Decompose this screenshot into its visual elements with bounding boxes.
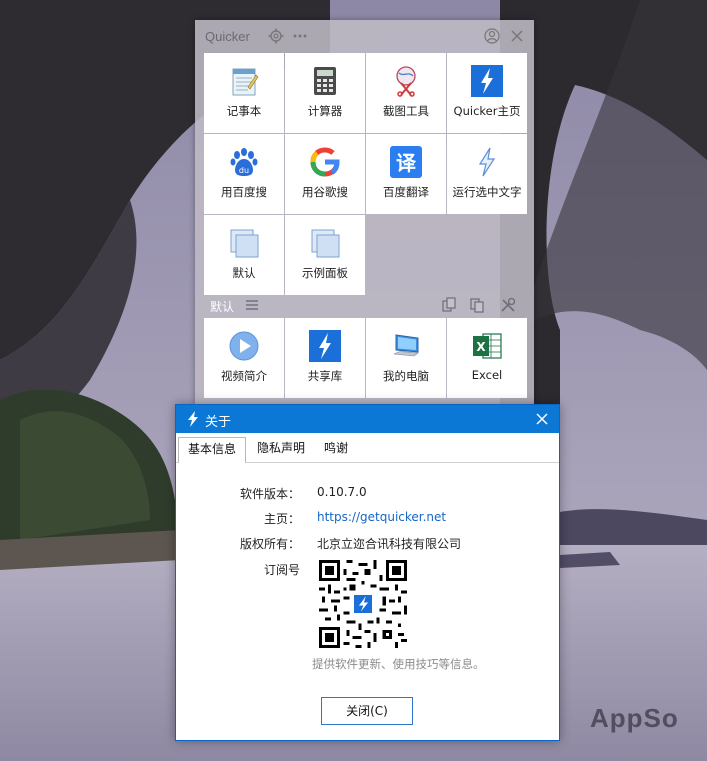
translate-icon: 译 bbox=[390, 146, 422, 178]
tile-excel[interactable]: X Excel bbox=[447, 318, 527, 398]
tile-label: Excel bbox=[471, 368, 503, 382]
close-icon[interactable] bbox=[509, 28, 525, 44]
tile-label: 截图工具 bbox=[383, 104, 429, 118]
about-dialog: 关于 基本信息 隐私声明 鸣谢 软件版本： 0.10.7.0 主页： https… bbox=[175, 404, 560, 741]
tile-label: Quicker主页 bbox=[453, 104, 521, 118]
close-icon[interactable] bbox=[533, 410, 551, 428]
tile-label: 计算器 bbox=[307, 104, 343, 118]
copy-icon[interactable] bbox=[441, 297, 457, 313]
svg-text:du: du bbox=[239, 166, 249, 175]
tile-label: 示例面板 bbox=[302, 266, 348, 280]
tile-baidu-translate[interactable]: 译 百度翻译 bbox=[366, 134, 446, 214]
homepage-label: 主页： bbox=[263, 512, 300, 526]
computer-icon bbox=[393, 334, 419, 357]
tile-label: 用百度搜 bbox=[221, 185, 267, 199]
tile-calculator[interactable]: 计算器 bbox=[285, 53, 365, 133]
dialog-title: 关于 bbox=[205, 415, 232, 430]
subscribe-label: 订阅号 bbox=[263, 563, 300, 577]
play-circle-icon bbox=[229, 331, 259, 361]
menu-lines-icon[interactable] bbox=[244, 297, 260, 313]
dialog-title-bar: 关于 bbox=[176, 405, 559, 433]
tile-google-search[interactable]: 用谷歌搜 bbox=[285, 134, 365, 214]
tile-video-intro[interactable]: 视频简介 bbox=[204, 318, 284, 398]
calculator-icon bbox=[314, 67, 336, 95]
snipping-tool-icon bbox=[396, 66, 416, 97]
tile-label: 记事本 bbox=[226, 104, 262, 118]
tile-sample-panel[interactable]: 示例面板 bbox=[285, 215, 365, 295]
quicker-lightning-icon bbox=[309, 330, 341, 362]
panel-squares-icon bbox=[311, 229, 340, 258]
tab-credits[interactable]: 鸣谢 bbox=[316, 435, 356, 461]
quicker-lightning-icon bbox=[471, 65, 503, 97]
version-value: 0.10.7.0 bbox=[317, 485, 367, 499]
user-account-icon[interactable] bbox=[484, 28, 500, 44]
tile-shared-library[interactable]: 共享库 bbox=[285, 318, 365, 398]
tile-run-selected-text[interactable]: 运行选中文字 bbox=[447, 134, 527, 214]
quicker-title-bar: Quicker bbox=[195, 20, 534, 53]
tile-my-computer[interactable]: 我的电脑 bbox=[366, 318, 446, 398]
tools-icon[interactable] bbox=[500, 297, 516, 313]
panel-squares-icon bbox=[230, 229, 259, 258]
more-dots-icon[interactable] bbox=[292, 28, 308, 44]
paste-icon[interactable] bbox=[469, 297, 485, 313]
copyright-value: 北京立迩合讯科技有限公司 bbox=[317, 537, 462, 551]
action-grid-top: 记事本 计算器 截图工具 Quicker主页 du 用百度搜 用谷歌搜 译 百度… bbox=[204, 53, 527, 295]
homepage-link[interactable]: https://getquicker.net bbox=[317, 510, 446, 524]
lightning-outline-icon bbox=[478, 147, 496, 177]
section-label: 默认 bbox=[210, 300, 235, 314]
close-button[interactable]: 关闭(C) bbox=[321, 697, 413, 725]
action-grid-bottom: 视频简介 共享库 我的电脑 X Excel bbox=[204, 318, 527, 398]
svg-text:X: X bbox=[476, 340, 486, 354]
tile-notepad[interactable]: 记事本 bbox=[204, 53, 284, 133]
tab-privacy[interactable]: 隐私声明 bbox=[250, 435, 312, 461]
quicker-lightning-icon bbox=[188, 411, 198, 427]
tile-label: 默认 bbox=[232, 266, 256, 280]
tile-label: 共享库 bbox=[307, 369, 343, 383]
dialog-tabs: 基本信息 隐私声明 鸣谢 bbox=[176, 435, 559, 464]
tile-baidu-search[interactable]: du 用百度搜 bbox=[204, 134, 284, 214]
quicker-app-name: Quicker bbox=[205, 29, 250, 44]
google-g-icon bbox=[310, 147, 340, 177]
tile-label: 用谷歌搜 bbox=[302, 185, 348, 199]
tile-snipping-tool[interactable]: 截图工具 bbox=[366, 53, 446, 133]
appso-watermark: AppSo bbox=[590, 703, 679, 733]
version-label: 软件版本： bbox=[239, 487, 300, 501]
tile-label: 我的电脑 bbox=[383, 369, 429, 383]
tile-label: 视频简介 bbox=[221, 369, 267, 383]
tile-quicker-home[interactable]: Quicker主页 bbox=[447, 53, 527, 133]
tile-label: 百度翻译 bbox=[383, 185, 429, 199]
tile-default-panel[interactable]: 默认 bbox=[204, 215, 284, 295]
quicker-panel: Quicker 记事本 计算器 截图工具 Quicker主页 du 用百度搜 用… bbox=[195, 20, 534, 405]
subscribe-hint: 提供软件更新、使用技巧等信息。 bbox=[312, 657, 485, 671]
qr-code bbox=[319, 560, 407, 648]
svg-text:译: 译 bbox=[396, 151, 417, 175]
excel-icon: X bbox=[473, 333, 502, 359]
copyright-label: 版权所有： bbox=[239, 537, 300, 551]
gear-icon[interactable] bbox=[268, 28, 284, 44]
notepad-icon bbox=[232, 68, 259, 96]
tile-label: 运行选中文字 bbox=[452, 185, 522, 199]
section-bar-default: 默认 bbox=[204, 294, 525, 316]
tab-basic-info[interactable]: 基本信息 bbox=[178, 437, 246, 464]
baidu-paw-icon: du bbox=[230, 148, 258, 176]
